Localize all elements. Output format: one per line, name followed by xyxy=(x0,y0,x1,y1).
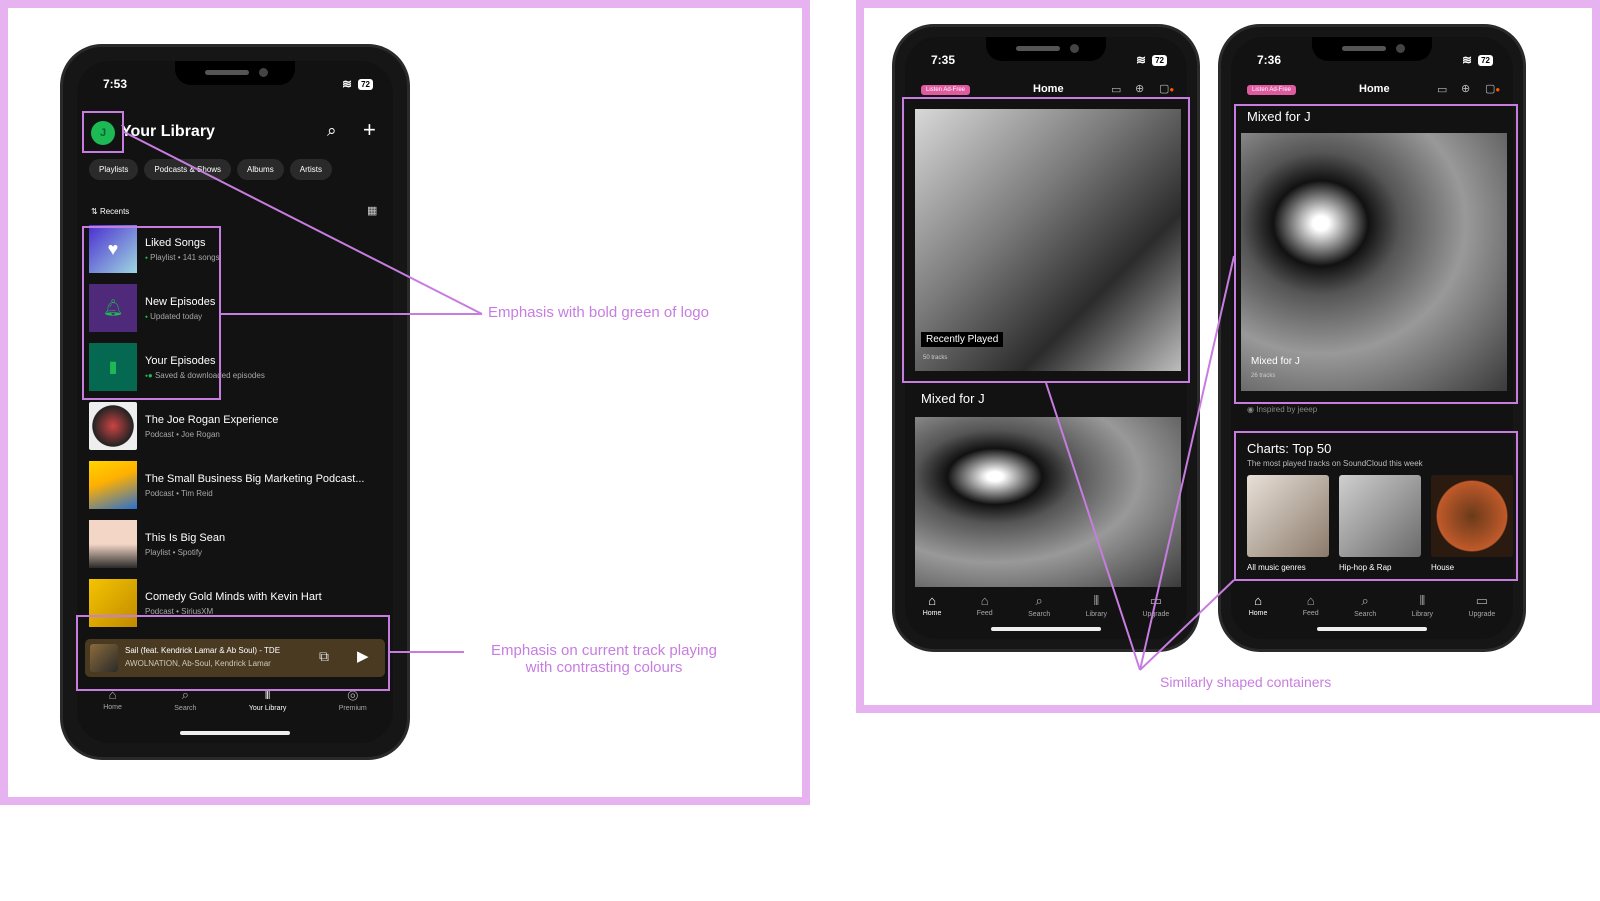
annotation-current-track: Emphasis on current track playing with c… xyxy=(491,642,717,676)
annotation-lines xyxy=(123,131,1235,671)
annotation-containers: Similarly shaped containers xyxy=(1160,674,1332,690)
annotation-logo-green: Emphasis with bold green of logo xyxy=(488,304,709,321)
